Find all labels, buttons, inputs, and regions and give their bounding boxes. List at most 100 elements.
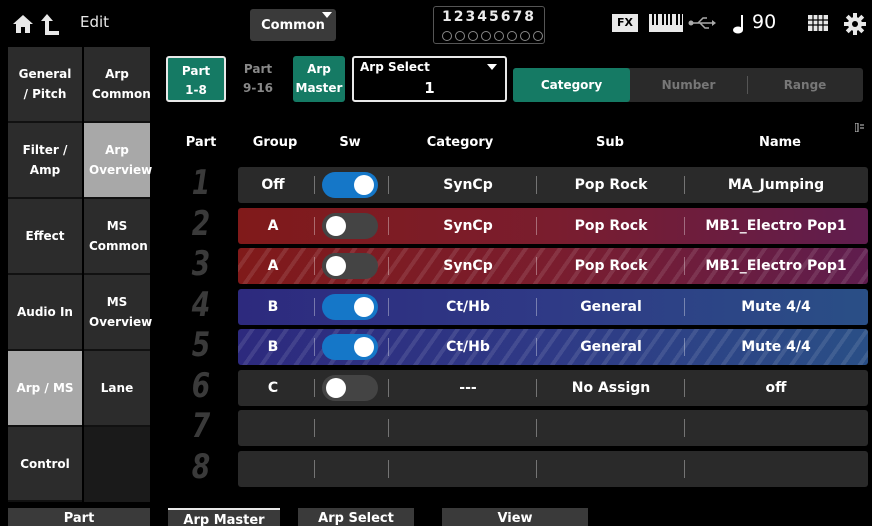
group-cell[interactable] xyxy=(238,451,308,487)
sub-cell[interactable]: Pop Rock xyxy=(538,248,684,284)
menu-lane[interactable]: Lane xyxy=(84,351,150,427)
menu-label: Arp / MS xyxy=(16,381,74,395)
part-1-8-tab[interactable]: Part 1-8 xyxy=(166,56,226,102)
sub-cell[interactable] xyxy=(538,410,684,446)
table-row[interactable] xyxy=(238,451,868,487)
cell-divider xyxy=(388,176,389,194)
arp-switch-toggle[interactable] xyxy=(322,172,378,198)
group-cell[interactable]: B xyxy=(238,289,308,325)
menu-filter-amp[interactable]: Filter / Amp xyxy=(8,123,82,199)
toggle-knob xyxy=(354,297,374,317)
gear-icon[interactable] xyxy=(844,13,866,35)
cell-divider xyxy=(314,298,315,316)
part-number: 3 xyxy=(191,244,211,284)
menu-empty-slot xyxy=(84,427,150,502)
category-cell[interactable]: SynCp xyxy=(398,208,538,244)
category-cell[interactable]: SynCp xyxy=(398,248,538,284)
bottom-tab-part[interactable]: Part xyxy=(8,508,150,526)
menu-arp-common[interactable]: Arp Common xyxy=(84,47,151,123)
cell-divider xyxy=(388,419,389,437)
arp-master-button[interactable]: Arp Master xyxy=(293,56,345,102)
category-cell[interactable]: Ct/Hb xyxy=(398,329,538,365)
button-label: Arp xyxy=(307,62,331,76)
category-cell[interactable] xyxy=(398,410,538,446)
back-up-icon[interactable] xyxy=(39,12,61,36)
arp-select-dropdown[interactable]: Arp Select 1 xyxy=(352,56,507,102)
view-mode-number[interactable]: Number xyxy=(630,68,747,102)
sub-cell[interactable]: General xyxy=(538,329,684,365)
menu-ms-overview[interactable]: MS Overview xyxy=(84,275,152,351)
sub-cell[interactable]: General xyxy=(538,289,684,325)
menu-arp-ms[interactable]: Arp / MS xyxy=(8,351,82,427)
name-cell[interactable]: MB1_Electro Pop1 xyxy=(684,248,868,284)
menu-effect[interactable]: Effect xyxy=(8,199,82,275)
group-cell[interactable]: A xyxy=(238,208,308,244)
category-cell[interactable]: SynCp xyxy=(398,167,538,203)
table-row[interactable]: A SynCp Pop Rock MB1_Electro Pop1 xyxy=(238,208,868,244)
category-cell[interactable] xyxy=(398,451,538,487)
tempo-value[interactable]: 90 xyxy=(752,11,776,33)
name-cell[interactable]: Mute 4/4 xyxy=(684,289,868,325)
bottom-tab-arp-master[interactable]: Arp Master xyxy=(168,508,280,526)
arp-switch-toggle[interactable] xyxy=(322,213,378,239)
name-cell[interactable]: off xyxy=(684,370,868,406)
table-row[interactable]: C --- No Assign off xyxy=(238,370,868,406)
sub-cell[interactable]: No Assign xyxy=(538,370,684,406)
table-row[interactable] xyxy=(238,410,868,446)
table-row[interactable]: B Ct/Hb General Mute 4/4 xyxy=(238,329,868,365)
cell-divider xyxy=(314,338,315,356)
name-cell[interactable] xyxy=(684,451,868,487)
bottom-tab-arp-select[interactable]: Arp Select xyxy=(298,508,414,526)
view-mode-range[interactable]: Range xyxy=(747,68,863,102)
table-row[interactable]: Off SynCp Pop Rock MA_Jumping xyxy=(238,167,868,203)
tab-label: 1-8 xyxy=(185,83,207,97)
column-header-sub: Sub xyxy=(596,135,624,150)
menu-control[interactable]: Control xyxy=(8,427,82,502)
list-options-icon[interactable] xyxy=(855,123,864,132)
group-cell[interactable]: A xyxy=(238,248,308,284)
common-selector-button[interactable]: Common xyxy=(250,9,336,41)
bottom-tab-view[interactable]: View xyxy=(442,508,588,526)
arp-switch-toggle[interactable] xyxy=(322,253,378,279)
category-cell[interactable]: Ct/Hb xyxy=(398,289,538,325)
table-row[interactable]: B Ct/Hb General Mute 4/4 xyxy=(238,289,868,325)
name-cell[interactable]: Mute 4/4 xyxy=(684,329,868,365)
arp-switch-toggle[interactable] xyxy=(322,375,378,401)
arp-switch-toggle[interactable] xyxy=(322,334,378,360)
name-cell[interactable] xyxy=(684,410,868,446)
group-cell[interactable]: C xyxy=(238,370,308,406)
part-number: 4 xyxy=(191,285,211,325)
menu-general-pitch[interactable]: General / Pitch xyxy=(8,47,82,123)
name-cell[interactable]: MB1_Electro Pop1 xyxy=(684,208,868,244)
cell-divider xyxy=(684,419,685,437)
sub-cell[interactable] xyxy=(538,451,684,487)
menu-label: Audio In xyxy=(17,305,73,319)
sub-cell[interactable]: Pop Rock xyxy=(538,208,684,244)
part-number: 1 xyxy=(191,163,211,203)
name-cell[interactable]: MA_Jumping xyxy=(684,167,868,203)
home-icon[interactable] xyxy=(12,13,34,35)
category-cell[interactable]: --- xyxy=(398,370,538,406)
menu-audio-in[interactable]: Audio In xyxy=(8,275,82,351)
cell-divider xyxy=(684,176,685,194)
sub-cell[interactable]: Pop Rock xyxy=(538,167,684,203)
primary-menu: General / Pitch Filter / Amp Effect Audi… xyxy=(8,47,82,502)
arp-select-value: 1 xyxy=(424,79,435,97)
group-cell[interactable]: Off xyxy=(238,167,308,203)
cell-divider xyxy=(388,379,389,397)
grid-view-icon[interactable] xyxy=(808,15,828,31)
group-cell[interactable] xyxy=(238,410,308,446)
menu-arp-overview[interactable]: Arp Overview xyxy=(84,123,152,199)
tempo-note-icon xyxy=(733,15,743,34)
cell-divider xyxy=(388,460,389,478)
fx-badge[interactable]: FX xyxy=(612,14,638,32)
group-cell[interactable]: B xyxy=(238,329,308,365)
table-row[interactable]: A SynCp Pop Rock MB1_Electro Pop1 xyxy=(238,248,868,284)
part-dots xyxy=(442,31,543,41)
part-9-16-tab[interactable]: Part 9-16 xyxy=(228,56,288,102)
toggle-knob xyxy=(326,256,346,276)
arp-switch-toggle[interactable] xyxy=(322,294,378,320)
menu-ms-common[interactable]: MS Common xyxy=(84,199,150,275)
tab-label: Part xyxy=(181,64,211,78)
view-mode-category[interactable]: Category xyxy=(513,68,630,102)
